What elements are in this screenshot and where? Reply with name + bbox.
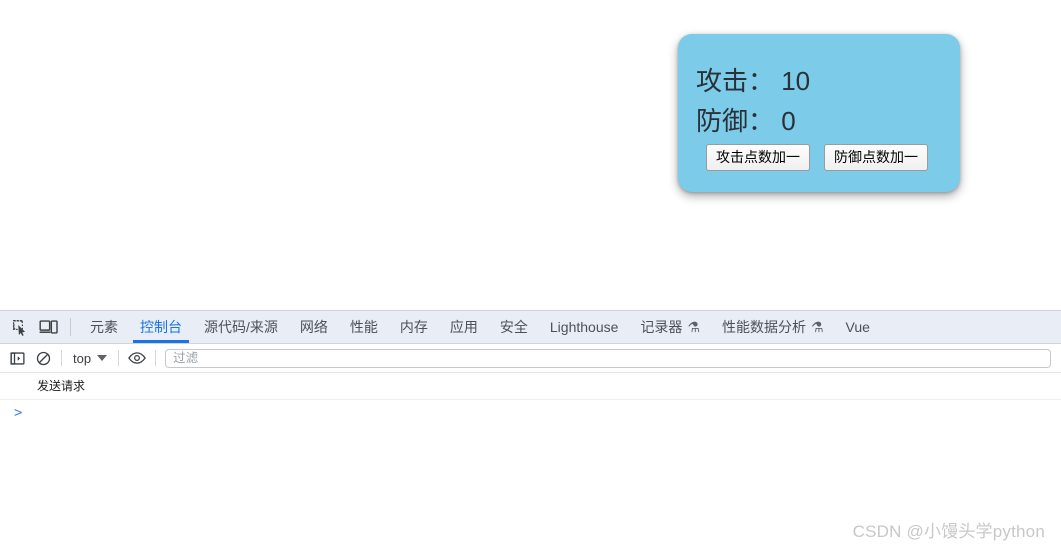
tab-label: 应用 [449, 319, 478, 335]
devtools-panel: 元素 控制台 源代码/来源 网络 性能 内存 应用 安全 Lighthouse … [0, 310, 1061, 555]
beaker-icon: ⚗ [687, 319, 700, 335]
console-toolbar: top [0, 344, 1061, 373]
prompt-chevron-icon: > [14, 405, 23, 421]
tab-label: Lighthouse [549, 319, 619, 335]
card-button-group: 攻击点数加一 防御点数加一 [706, 144, 928, 171]
device-toolbar-icon[interactable] [34, 313, 62, 341]
chevron-down-icon [97, 355, 108, 361]
tab-application[interactable]: 应用 [439, 311, 489, 343]
tab-sources[interactable]: 源代码/来源 [193, 311, 289, 343]
defense-stat-line: 防御： 0 [696, 106, 796, 136]
tab-label: 控制台 [140, 319, 182, 335]
clear-console-icon[interactable] [30, 346, 56, 370]
live-expression-eye-icon[interactable] [124, 346, 150, 370]
tab-security[interactable]: 安全 [489, 311, 539, 343]
execution-context-dropdown[interactable]: top [67, 348, 113, 368]
toolbar-divider [155, 350, 157, 366]
tab-label: 记录器 [640, 319, 683, 335]
tab-label: 元素 [90, 319, 118, 335]
watermark-text: CSDN @小馒头学python [852, 522, 1045, 541]
tab-label: 网络 [299, 319, 328, 335]
tab-performance[interactable]: 性能 [339, 311, 389, 343]
tab-label: 源代码/来源 [204, 319, 278, 335]
inspect-element-icon[interactable] [6, 313, 34, 341]
web-page-viewport: 攻击： 10 防御： 0 攻击点数加一 防御点数加一 [0, 0, 1061, 310]
increase-attack-button[interactable]: 攻击点数加一 [706, 144, 810, 171]
tab-recorder[interactable]: 记录器 ⚗ [629, 311, 711, 343]
tab-label: Vue [845, 319, 870, 335]
tab-memory[interactable]: 内存 [389, 311, 439, 343]
tab-performance-insights[interactable]: 性能数据分析 ⚗ [711, 311, 835, 343]
toolbar-divider [118, 350, 120, 366]
tab-label: 安全 [499, 319, 528, 335]
tab-lighthouse[interactable]: Lighthouse [539, 311, 630, 343]
increase-defense-button[interactable]: 防御点数加一 [824, 144, 928, 171]
tab-label: 性能 [349, 319, 378, 335]
stats-card: 攻击： 10 防御： 0 攻击点数加一 防御点数加一 [678, 34, 960, 192]
devtools-tab-strip: 元素 控制台 源代码/来源 网络 性能 内存 应用 安全 Lighthouse … [0, 311, 1061, 344]
beaker-icon: ⚗ [810, 319, 824, 335]
toolbar-divider [61, 350, 62, 366]
tab-elements[interactable]: 元素 [79, 311, 129, 343]
execution-context-value: top [73, 350, 92, 366]
console-prompt-row[interactable]: > [0, 400, 1061, 428]
console-sidebar-icon[interactable] [4, 346, 30, 370]
tab-console[interactable]: 控制台 [129, 311, 193, 343]
console-filter-input[interactable] [165, 348, 1051, 368]
tab-label: 内存 [399, 319, 428, 335]
console-message-row: 发送请求 [0, 373, 1061, 400]
console-message-text: 发送请求 [37, 379, 86, 393]
attack-stat-line: 攻击： 10 [696, 66, 811, 96]
tab-network[interactable]: 网络 [289, 311, 339, 343]
console-prompt-input[interactable] [22, 406, 1061, 422]
tab-label: 性能数据分析 [721, 319, 806, 335]
tab-vue[interactable]: Vue [835, 311, 881, 343]
tab-strip-divider [70, 318, 71, 336]
